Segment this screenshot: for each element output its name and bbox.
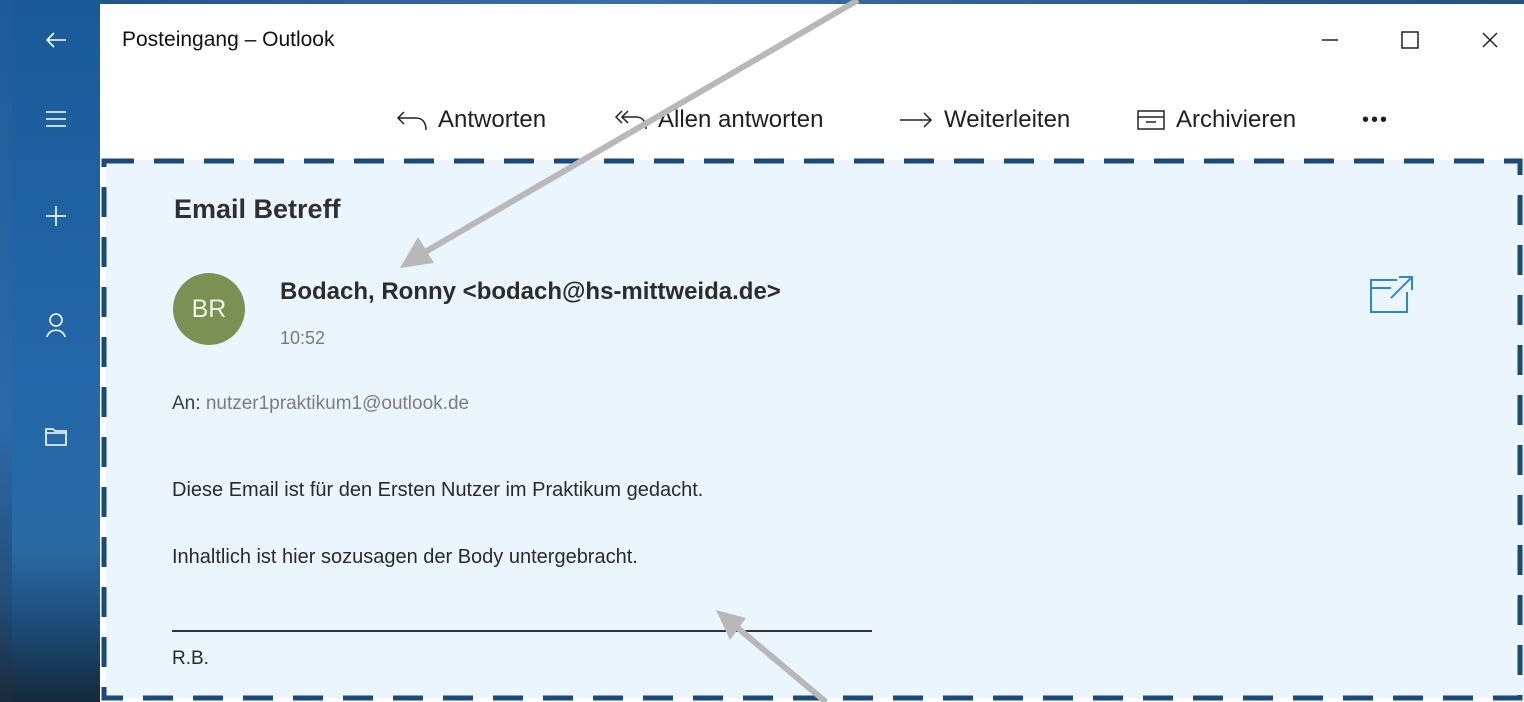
body-paragraph: Inhaltlich ist hier sozusagen der Body u… — [172, 546, 638, 568]
reply-all-icon — [614, 108, 648, 132]
close-button[interactable] — [1470, 24, 1510, 60]
archive-icon — [1136, 108, 1166, 132]
open-in-new-window-button[interactable] — [1367, 272, 1417, 316]
more-icon: ••• — [1362, 108, 1390, 131]
folder-icon — [44, 425, 68, 447]
reply-label: Antworten — [438, 106, 547, 133]
reading-pane — [106, 160, 1524, 698]
popout-icon — [1367, 276, 1417, 320]
reply-all-button[interactable]: Allen antworten — [614, 100, 823, 140]
hamburger-icon — [44, 109, 68, 129]
person-icon — [45, 312, 67, 338]
message-time: 10:52 — [280, 328, 326, 348]
plus-icon — [44, 204, 68, 228]
to-label: An: — [172, 393, 201, 414]
reply-icon — [396, 108, 428, 132]
forward-label: Weiterleiten — [944, 106, 1071, 133]
menu-button[interactable] — [12, 91, 100, 147]
back-button[interactable] — [12, 12, 100, 68]
maximize-icon — [1400, 30, 1420, 55]
body-paragraph: Diese Email ist für den Ersten Nutzer im… — [172, 479, 704, 501]
maximize-button[interactable] — [1390, 24, 1430, 60]
app-rail — [12, 0, 100, 702]
title-bar: Posteingang – Outlook — [100, 4, 1524, 78]
sender-name[interactable]: Bodach, Ronny <bodach@hs-mittweida.de> — [280, 278, 781, 306]
avatar-initials: BR — [191, 294, 227, 323]
minimize-icon — [1320, 30, 1340, 55]
recipient-address[interactable]: nutzer1praktikum1@outlook.de — [206, 393, 469, 414]
window-frame-left — [0, 0, 12, 702]
new-mail-button[interactable] — [12, 188, 100, 244]
folders-button[interactable] — [12, 408, 100, 464]
arrow-right-icon — [898, 108, 934, 132]
signature-divider — [172, 630, 872, 632]
reply-button[interactable]: Antworten — [396, 100, 546, 140]
arrow-left-icon — [44, 28, 68, 52]
people-button[interactable] — [12, 297, 100, 353]
reply-all-label: Allen antworten — [658, 106, 824, 133]
minimize-button[interactable] — [1310, 24, 1350, 60]
recipient-line: An: nutzer1praktikum1@outlook.de — [172, 393, 469, 415]
sender-avatar[interactable]: BR — [173, 273, 245, 345]
archive-label: Archivieren — [1176, 106, 1297, 133]
archive-button[interactable]: Archivieren — [1136, 100, 1296, 140]
more-options-button[interactable]: ••• — [1362, 100, 1389, 140]
forward-button[interactable]: Weiterleiten — [898, 100, 1070, 140]
close-icon — [1480, 30, 1500, 55]
signature: R.B. — [172, 648, 209, 669]
window-title: Posteingang – Outlook — [122, 28, 335, 51]
message-toolbar: Antworten Allen antworten Weiterleiten A… — [100, 86, 1524, 156]
message-subject: Email Betreff — [174, 194, 341, 224]
